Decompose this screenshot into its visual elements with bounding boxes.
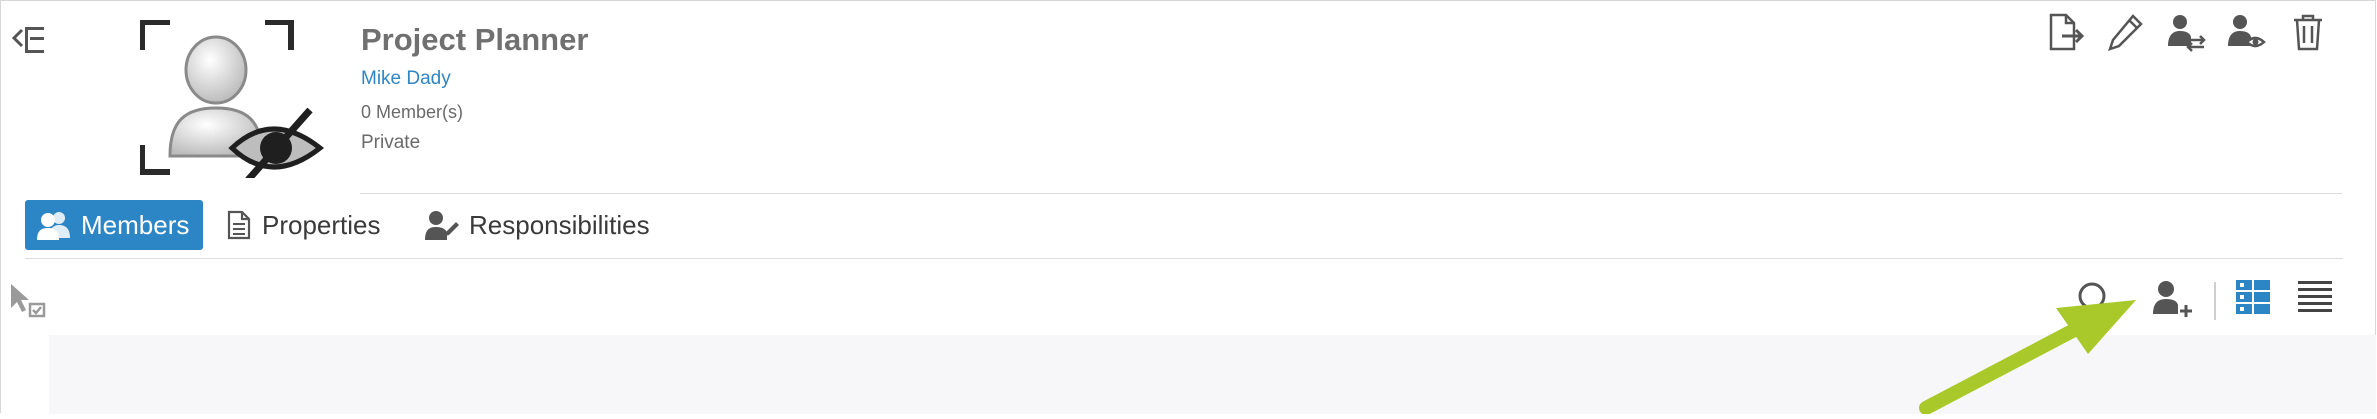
tab-responsibilities-label: Responsibilities: [469, 209, 650, 240]
tab-properties-label: Properties: [262, 209, 381, 240]
list-view-icon[interactable]: [2294, 276, 2338, 320]
toolbar-separator: [2214, 282, 2216, 320]
card-view-icon[interactable]: [2232, 276, 2276, 320]
tabs-divider: [25, 258, 2343, 259]
tab-properties[interactable]: Properties: [226, 200, 381, 250]
tab-members[interactable]: Members: [25, 200, 204, 250]
annotation-arrow: [1900, 292, 2140, 415]
trash-icon[interactable]: [2290, 12, 2328, 52]
leave-icon[interactable]: [2046, 12, 2085, 52]
member-count: 0 Member(s): [361, 102, 464, 122]
transfer-user-icon[interactable]: [2166, 12, 2206, 52]
collapse-menu-icon[interactable]: [10, 20, 50, 60]
members-icon: [37, 210, 71, 240]
tab-members-label: Members: [81, 209, 190, 240]
responsibilities-icon: [425, 210, 459, 240]
header-divider: [360, 193, 2342, 194]
group-avatar[interactable]: [139, 19, 330, 183]
privacy-status: Private: [361, 132, 421, 153]
select-mode-icon[interactable]: [8, 282, 50, 322]
owner-link[interactable]: Mike Dady: [361, 68, 451, 90]
add-member-icon[interactable]: [2150, 276, 2194, 320]
group-title: Project Planner: [361, 22, 589, 57]
tab-responsibilities[interactable]: Responsibilities: [425, 200, 650, 250]
document-icon: [226, 210, 252, 240]
user-visibility-icon[interactable]: [2226, 12, 2266, 52]
edit-icon[interactable]: [2107, 12, 2145, 52]
